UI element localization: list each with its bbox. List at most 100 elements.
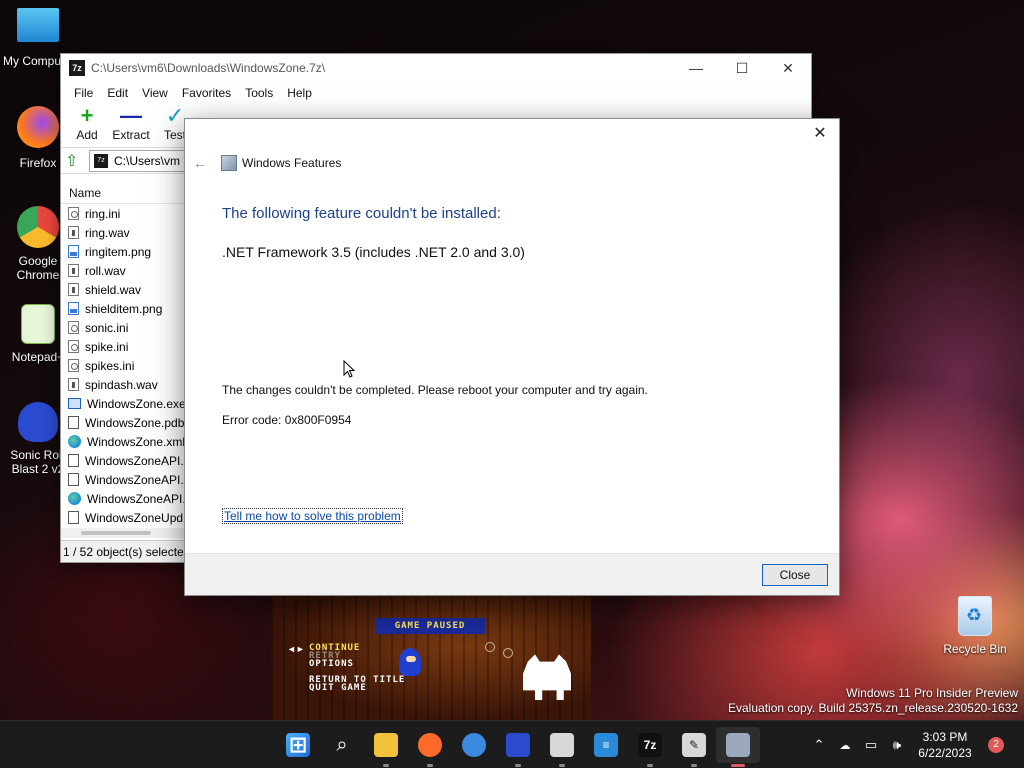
game-menu-quit[interactable]: QUIT GAME <box>309 684 405 693</box>
file-name: WindowsZoneAPI.x <box>87 491 185 506</box>
running-indicator <box>383 764 389 767</box>
ring-sprite <box>503 648 513 658</box>
file-wav-icon <box>68 264 79 277</box>
file-name: WindowsZoneUpd <box>85 510 184 525</box>
volume-icon[interactable]: 🕪 <box>884 737 910 753</box>
help-link[interactable]: Tell me how to solve this problem <box>222 508 403 524</box>
network-icon[interactable]: ▭ <box>858 737 884 753</box>
file-name: spindash.wav <box>85 377 158 392</box>
file-xml-icon <box>68 492 81 505</box>
maximize-icon: ☐ <box>735 59 749 76</box>
menu-edit[interactable]: Edit <box>100 86 135 100</box>
maximize-button[interactable]: ☐ <box>719 54 765 82</box>
taskbar-app-notepad[interactable]: ≡ <box>584 727 628 763</box>
running-indicator <box>731 764 745 767</box>
recycle-bin-icon <box>958 596 992 636</box>
firefox-icon <box>17 106 59 148</box>
sevenzip-menubar: File Edit View Favorites Tools Help <box>61 82 811 104</box>
clock-time: 3:03 PM <box>922 730 968 744</box>
file-row[interactable]: spindash.wav <box>61 375 185 394</box>
close-button[interactable]: ✕ <box>765 54 811 82</box>
taskbar-app-sonic[interactable] <box>496 727 540 767</box>
onedrive-offline-icon[interactable]: ☁ <box>832 739 858 752</box>
taskbar-app-start[interactable]: ⊞ <box>276 727 320 763</box>
chrome-icon <box>462 733 486 757</box>
clock[interactable]: 3:03 PM 6/22/2023 <box>910 729 980 761</box>
file-name: WindowsZoneAPI.c <box>85 453 185 468</box>
minimize-button[interactable]: — <box>673 54 719 82</box>
file-png-icon <box>68 302 79 315</box>
taskbar-app-chrome[interactable] <box>452 727 496 763</box>
file-row[interactable]: WindowsZoneAPI.x <box>61 489 185 508</box>
creature-icon <box>550 733 574 757</box>
file-row[interactable]: WindowsZoneAPI.p <box>61 470 185 489</box>
file-name: spike.ini <box>85 339 129 354</box>
game-menu-options[interactable]: OPTIONS <box>309 660 405 669</box>
taskbar-app-7zip[interactable]: 7z <box>628 727 672 767</box>
extract-button-label: Extract <box>112 128 150 142</box>
file-row[interactable]: shielditem.png <box>61 299 185 318</box>
extract-button[interactable]: — Extract <box>109 103 153 143</box>
file-row[interactable]: shield.wav <box>61 280 185 299</box>
file-name: WindowsZone.xml <box>87 434 185 449</box>
notification-badge[interactable]: 2 <box>988 737 1004 753</box>
taskbar-app-features[interactable] <box>716 727 760 767</box>
taskbar-app-editor[interactable]: ✎ <box>672 727 716 767</box>
taskbar-app-search[interactable]: ⌕ <box>320 727 364 763</box>
file-row[interactable]: sonic.ini <box>61 318 185 337</box>
mouse-cursor-icon <box>343 360 355 378</box>
pen-icon: ✎ <box>682 733 706 757</box>
running-indicator <box>647 764 653 767</box>
file-wav-icon <box>68 283 79 296</box>
menu-file[interactable]: File <box>67 86 100 100</box>
file-row[interactable]: ring.wav <box>61 223 185 242</box>
file-png-icon <box>68 245 79 258</box>
file-name: ring.wav <box>85 225 130 240</box>
file-ini-icon <box>68 321 79 334</box>
menu-tools[interactable]: Tools <box>238 86 280 100</box>
taskbar-app-firefox[interactable] <box>408 727 452 767</box>
taskbar-app-game[interactable] <box>540 727 584 767</box>
menu-help[interactable]: Help <box>280 86 319 100</box>
file-row[interactable]: spikes.ini <box>61 356 185 375</box>
file-row[interactable]: WindowsZone.xml <box>61 432 185 451</box>
watermark-line-1: Windows 11 Pro Insider Preview <box>846 686 1018 700</box>
file-name: shield.wav <box>85 282 142 297</box>
file-name: sonic.ini <box>85 320 129 335</box>
sevenzip-titlebar[interactable]: 7z C:\Users\vm6\Downloads\WindowsZone.7z… <box>61 54 811 82</box>
chrome-icon <box>17 206 59 248</box>
menu-favorites[interactable]: Favorites <box>175 86 238 100</box>
add-button[interactable]: + Add <box>65 104 109 143</box>
windows-features-dialog: ✕ ← Windows Features The following featu… <box>184 118 840 596</box>
file-row[interactable]: WindowsZoneUpd <box>61 508 185 527</box>
file-row[interactable]: ringitem.png <box>61 242 185 261</box>
file-row[interactable]: spike.ini <box>61 337 185 356</box>
chevron-up-icon[interactable]: ⌃ <box>806 737 832 753</box>
column-header-name[interactable]: Name <box>61 182 185 204</box>
file-row[interactable]: roll.wav <box>61 261 185 280</box>
notepad-plus-icon <box>21 304 55 344</box>
game-window[interactable]: GAME PAUSED ◄► CONTINUE RETRY OPTIONS RE… <box>271 596 591 720</box>
desktop-icon-recycle-bin[interactable]: Recycle Bin <box>940 596 1010 656</box>
creature-sprite <box>523 654 571 700</box>
windows-icon: ⊞ <box>286 732 310 757</box>
taskbar-app-explorer[interactable] <box>364 727 408 767</box>
file-row[interactable]: WindowsZone.exe <box>61 394 185 413</box>
menu-view[interactable]: View <box>135 86 175 100</box>
close-button[interactable]: Close <box>762 564 828 586</box>
file-row[interactable]: WindowsZoneAPI.c <box>61 451 185 470</box>
file-wav-icon <box>68 378 79 391</box>
dialog-heading: The following feature couldn't be instal… <box>222 205 501 222</box>
add-button-label: Add <box>76 128 98 142</box>
up-folder-icon[interactable]: ⇧ <box>65 151 83 171</box>
dialog-close-x-button[interactable]: ✕ <box>809 123 831 145</box>
back-arrow-icon[interactable]: ← <box>193 155 213 171</box>
watermark-line-2: Evaluation copy. Build 25375.zn_release.… <box>728 701 1018 715</box>
file-row[interactable]: WindowsZone.pdb <box>61 413 185 432</box>
minus-icon: — <box>120 103 142 128</box>
file-list: Name ring.ini ring.wav ringitem.png roll.wa… <box>61 182 185 542</box>
horizontal-scrollbar[interactable] <box>61 528 185 538</box>
file-name: ring.ini <box>85 206 121 221</box>
file-row[interactable]: ring.ini <box>61 204 185 223</box>
taskbar: ⊞ ⌕ ≡ 7z ✎ ⌃ ☁ ▭ 🕪 3:03 PM 6/22/2023 2 <box>0 720 1024 768</box>
